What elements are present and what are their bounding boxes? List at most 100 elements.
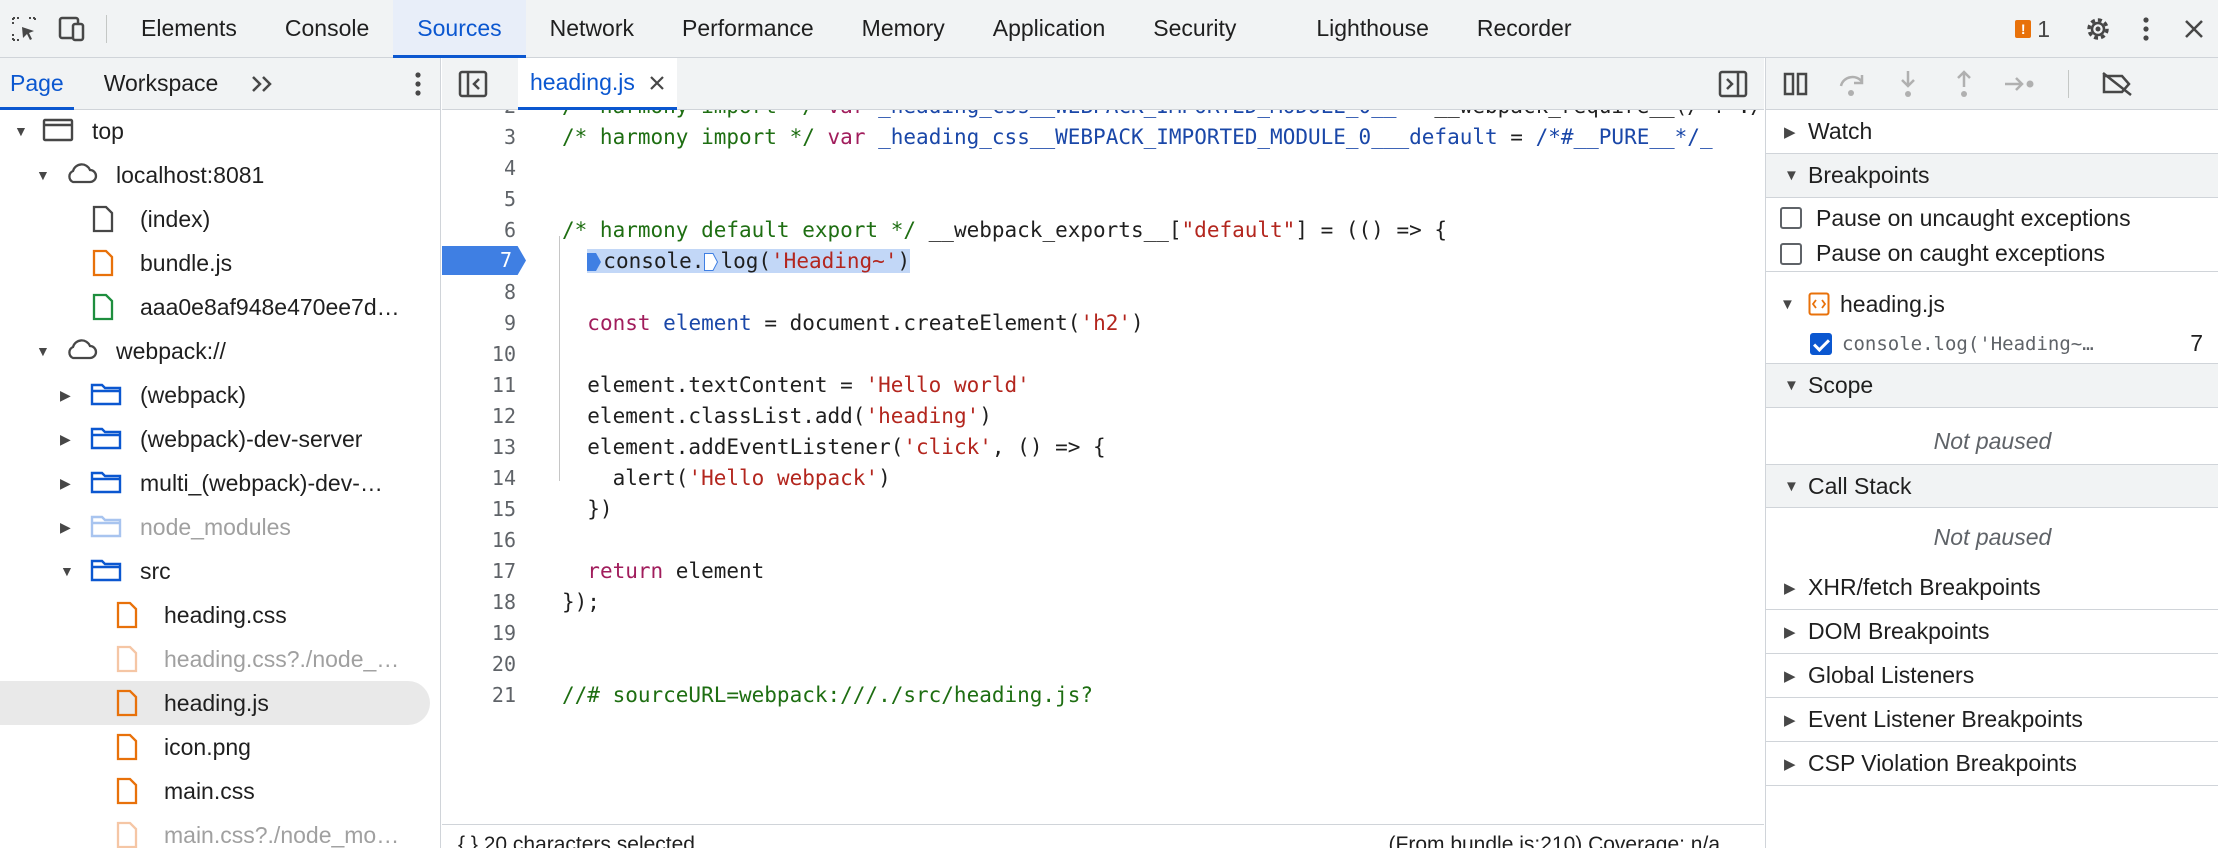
close-tab-icon[interactable] [649,75,665,91]
line-number[interactable]: 12 [442,404,516,428]
line-number[interactable]: 5 [442,187,516,211]
inspect-element-icon[interactable] [0,0,48,58]
line-number[interactable]: 10 [442,342,516,366]
toggle-navigator-icon[interactable] [458,70,488,104]
code-line[interactable]: 3 /* harmony import */ var _heading_css__… [442,121,1764,152]
section-scope[interactable]: ▼ Scope [1766,364,2218,408]
expand-arrow-icon[interactable]: ▶ [60,387,71,404]
pause-uncaught-checkbox[interactable] [1780,207,1802,229]
expand-arrow-icon[interactable]: ▶ [60,519,71,536]
tab-application[interactable]: Application [969,0,1130,58]
tree-item[interactable]: ▼ webpack:// [0,329,430,373]
section-xhr-fetch-breakpoints[interactable]: ▶ XHR/fetch Breakpoints [1766,566,2218,610]
code-line[interactable]: 13 element.addEventListener('click', () … [442,431,1764,462]
code-line[interactable]: 5 [442,183,1764,214]
code-line[interactable]: 12 element.classList.add('heading') [442,400,1764,431]
line-number[interactable]: 21 [442,683,516,707]
section-watch[interactable]: ▶ Watch [1766,110,2218,154]
line-number[interactable]: 18 [442,590,516,614]
tab-elements[interactable]: Elements [117,0,261,58]
line-number[interactable]: 13 [442,435,516,459]
section-dom-breakpoints[interactable]: ▶ DOM Breakpoints [1766,610,2218,654]
deactivate-breakpoints-icon[interactable] [2099,66,2135,102]
toggle-debugger-icon[interactable] [1718,70,1748,104]
code-line[interactable]: 6 /* harmony default export */ __webpack_… [442,214,1764,245]
collapse-arrow-icon[interactable]: ▼ [60,563,74,579]
code-line[interactable]: 8 [442,276,1764,307]
line-number[interactable]: 19 [442,621,516,645]
code-line[interactable]: 17 return element [442,555,1764,586]
tree-item[interactable]: icon.png [0,725,430,769]
tab-network[interactable]: Network [526,0,658,58]
section-csp-violation-breakpoints[interactable]: ▶ CSP Violation Breakpoints [1766,742,2218,786]
tab-sources[interactable]: Sources [393,0,526,58]
tab-memory[interactable]: Memory [838,0,969,58]
tree-item[interactable]: (index) [0,197,430,241]
section-breakpoints[interactable]: ▼ Breakpoints [1766,154,2218,198]
pause-uncaught-row[interactable]: Pause on uncaught exceptions [1766,200,2218,236]
tab-recorder[interactable]: Recorder [1453,0,1596,58]
tree-item[interactable]: main.css?./node_mo… [0,813,430,848]
line-number[interactable]: 17 [442,559,516,583]
expand-arrow-icon[interactable]: ▶ [60,431,71,448]
line-number[interactable]: 8 [442,280,516,304]
tree-item[interactable]: heading.css?./node_… [0,637,430,681]
collapse-arrow-icon[interactable]: ▼ [36,343,50,359]
breakpoint-file-row[interactable]: ▼ heading.js [1766,284,2218,324]
tree-item[interactable]: main.css [0,769,430,813]
tab-performance[interactable]: Performance [658,0,838,58]
tab-console[interactable]: Console [261,0,393,58]
line-number[interactable]: 9 [442,311,516,335]
breakpoint-entry[interactable]: console.log('Heading~… 7 [1766,324,2218,364]
tab-security[interactable]: Security [1129,0,1260,58]
pause-resume-icon[interactable] [1778,66,1814,102]
breakpoint-enabled-checkbox[interactable] [1810,332,1832,355]
line-number[interactable]: 6 [442,218,516,242]
tree-item[interactable]: bundle.js [0,241,430,285]
code-line[interactable]: 9 const element = document.createElement… [442,307,1764,338]
tab-lighthouse[interactable]: Lighthouse [1292,0,1453,58]
tab-page[interactable]: Page [0,58,74,110]
code-line[interactable]: 15 }) [442,493,1764,524]
line-number[interactable]: 20 [442,652,516,676]
section-event-listener-breakpoints[interactable]: ▶ Event Listener Breakpoints [1766,698,2218,742]
step-icon[interactable] [2002,66,2038,102]
tab-workspace[interactable]: Workspace [94,58,229,110]
tree-item[interactable]: heading.css [0,593,430,637]
section-global-listeners[interactable]: ▶ Global Listeners [1766,654,2218,698]
line-number[interactable]: 4 [442,156,516,180]
issues-counter[interactable]: ! 1 [2015,16,2050,43]
line-number[interactable]: 3 [442,125,516,149]
pause-caught-row[interactable]: Pause on caught exceptions [1766,236,2218,272]
breakpoint-line-number[interactable]: 7 [442,246,526,275]
line-number[interactable]: 16 [442,528,516,552]
tree-item[interactable]: ▶ (webpack) [0,373,430,417]
code-line[interactable]: 4 [442,152,1764,183]
more-options-icon[interactable] [2122,0,2170,58]
line-number[interactable]: 14 [442,466,516,490]
settings-gear-icon[interactable] [2074,0,2122,58]
tree-item[interactable]: ▶ multi_(webpack)-dev-… [0,461,430,505]
tree-item[interactable]: ▼ top [0,109,430,153]
close-icon[interactable] [2170,0,2218,58]
step-into-icon[interactable] [1890,66,1926,102]
step-over-icon[interactable] [1834,66,1870,102]
navigator-more-icon[interactable] [414,71,422,103]
code-area[interactable]: 2 /* harmony import */ var _heading_css__… [442,110,1764,824]
step-out-icon[interactable] [1946,66,1982,102]
device-toolbar-icon[interactable] [48,0,96,58]
tree-item[interactable]: aaa0e8af948e470ee7d… [0,285,430,329]
tab-heading-js[interactable]: heading.js [518,58,677,110]
source-origin-status[interactable]: (From bundle.js:210) Coverage: n/a [1389,833,1721,848]
code-line[interactable]: 14 alert('Hello webpack') [442,462,1764,493]
tree-item[interactable]: ▼ src [0,549,430,593]
code-line[interactable]: 16 [442,524,1764,555]
tree-item[interactable]: ▶ node_modules [0,505,430,549]
code-line[interactable]: 7 console. log('Heading~') [442,245,1764,276]
code-line[interactable]: 20 [442,648,1764,679]
pause-caught-checkbox[interactable] [1780,242,1802,265]
line-number[interactable]: 11 [442,373,516,397]
code-line[interactable]: 21 //# sourceURL=webpack:///./src/heading… [442,679,1764,710]
section-call-stack[interactable]: ▼ Call Stack [1766,464,2218,508]
tree-item[interactable]: ▶ (webpack)-dev-server [0,417,430,461]
